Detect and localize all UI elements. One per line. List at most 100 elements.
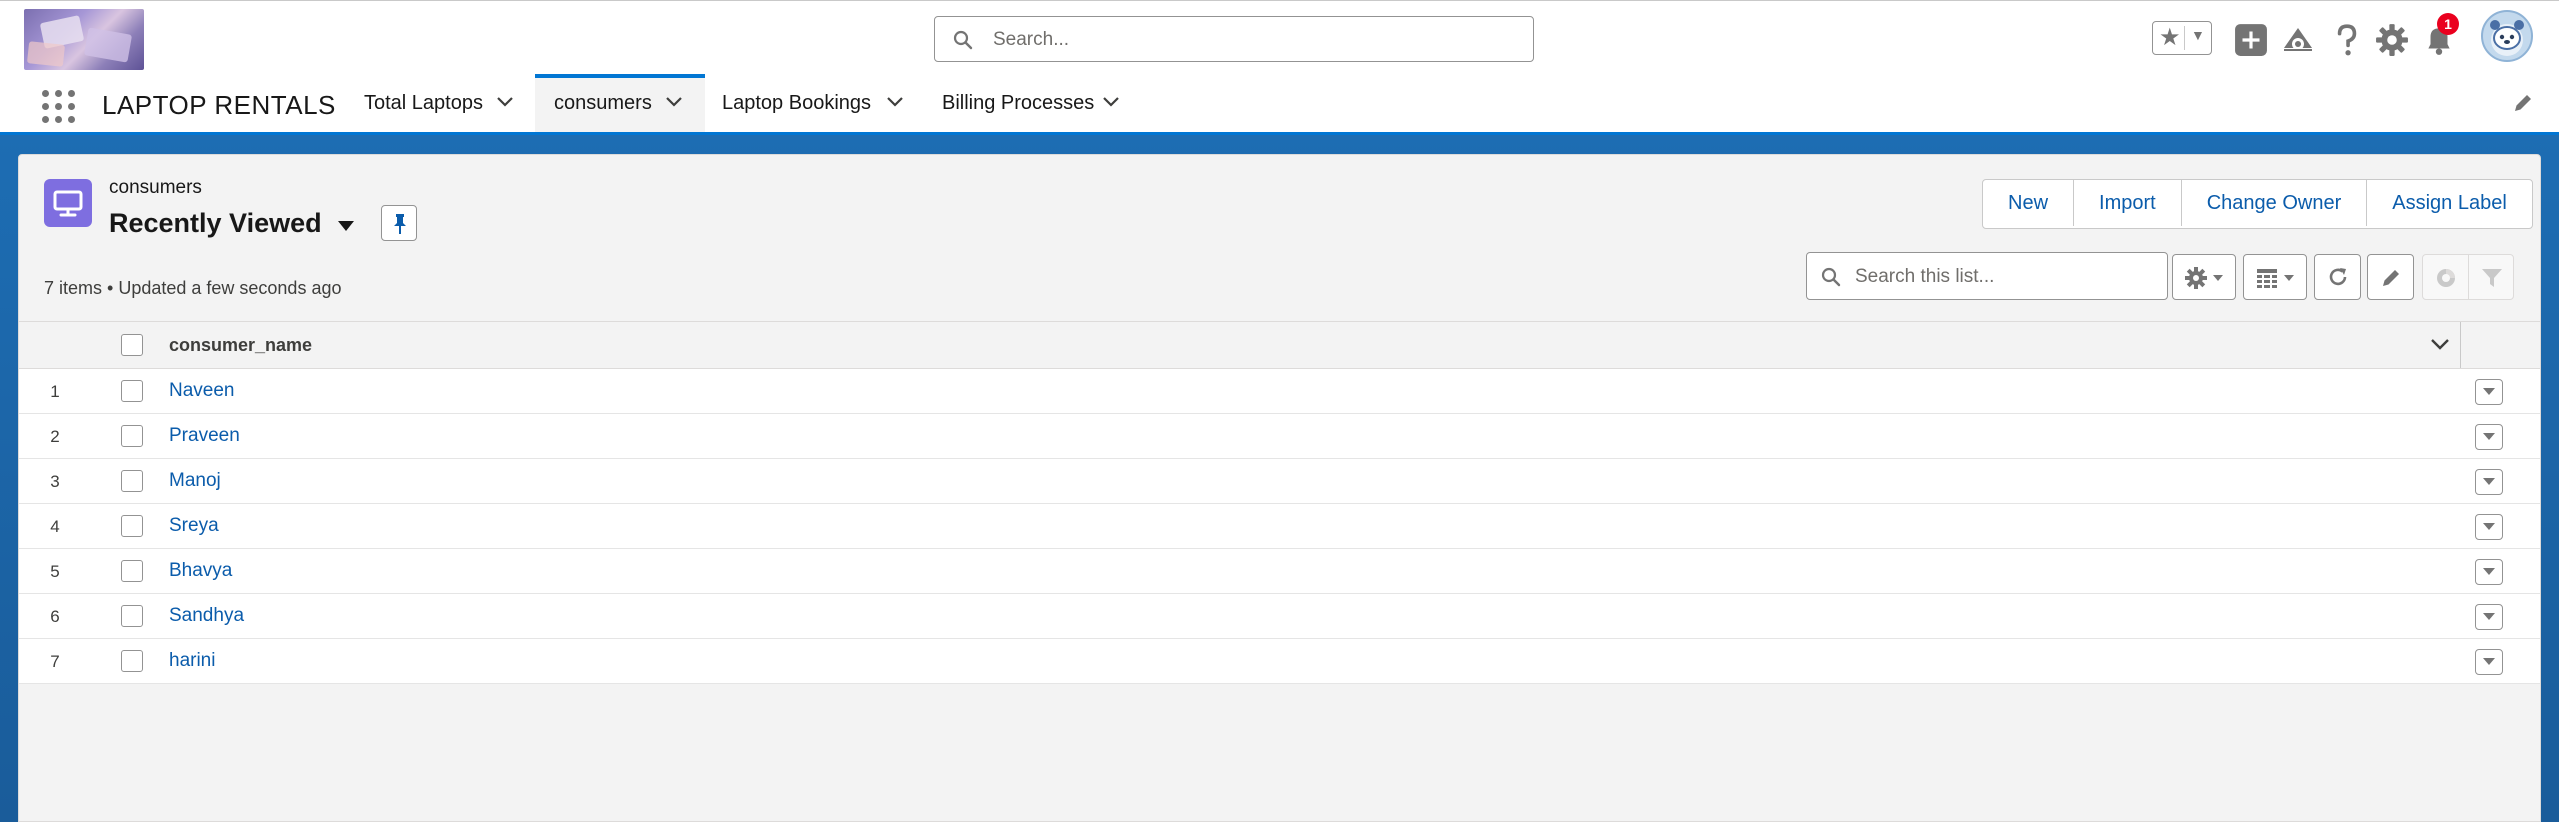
import-button[interactable]: Import bbox=[2074, 180, 2182, 226]
search-icon bbox=[953, 30, 973, 50]
consumer-name-link[interactable]: Sandhya bbox=[169, 605, 244, 627]
list-view-status: 7 items • Updated a few seconds ago bbox=[44, 278, 342, 298]
monitor-icon bbox=[53, 190, 83, 217]
pin-list-view-button[interactable] bbox=[381, 205, 417, 241]
row-actions-button[interactable] bbox=[2475, 424, 2503, 450]
favorites-menu-chevron-icon[interactable]: ▼ bbox=[2191, 27, 2205, 43]
display-as-button[interactable] bbox=[2243, 254, 2307, 300]
row-checkbox[interactable] bbox=[121, 560, 143, 582]
change-owner-button[interactable]: Change Owner bbox=[2182, 180, 2368, 226]
tab-billing-processes[interactable]: Billing Processes bbox=[928, 74, 1138, 132]
app-nav-bar: LAPTOP RENTALS Total Laptops consumers L… bbox=[0, 74, 2559, 135]
select-all-checkbox[interactable] bbox=[121, 334, 143, 356]
pencil-icon bbox=[2383, 270, 2399, 286]
filter-icon[interactable] bbox=[2481, 267, 2503, 289]
tab-total-laptops[interactable]: Total Laptops bbox=[350, 74, 532, 132]
tab-laptop-bookings[interactable]: Laptop Bookings bbox=[708, 74, 908, 132]
settings-gear-icon bbox=[2185, 267, 2207, 289]
row-actions-button[interactable] bbox=[2475, 649, 2503, 675]
user-avatar-icon bbox=[2490, 20, 2524, 56]
row-actions-button[interactable] bbox=[2475, 604, 2503, 630]
assign-label-button[interactable]: Assign Label bbox=[2367, 180, 2532, 226]
row-checkbox[interactable] bbox=[121, 515, 143, 537]
list-view-title[interactable]: Recently Viewed bbox=[109, 208, 322, 239]
add-icon[interactable] bbox=[2234, 23, 2268, 57]
table-display-icon bbox=[2257, 269, 2277, 288]
chevron-down-icon[interactable] bbox=[665, 96, 683, 108]
favorites-button[interactable]: ★ ▼ bbox=[2152, 21, 2212, 55]
table-row: 2 Praveen bbox=[19, 414, 2540, 459]
tab-consumers[interactable]: consumers bbox=[535, 74, 705, 132]
row-checkbox[interactable] bbox=[121, 470, 143, 492]
consumer-object-icon bbox=[44, 179, 92, 227]
chevron-down-icon bbox=[2483, 523, 2495, 530]
row-checkbox[interactable] bbox=[121, 605, 143, 627]
chevron-down-icon[interactable] bbox=[1102, 96, 1120, 108]
company-logo[interactable] bbox=[24, 9, 144, 70]
chevron-down-icon bbox=[2483, 658, 2495, 665]
chevron-down-icon bbox=[2483, 568, 2495, 575]
chart-icon[interactable] bbox=[2435, 267, 2457, 289]
list-actions-button-group: New Import Change Owner Assign Label bbox=[1982, 179, 2533, 229]
consumer-name-link[interactable]: Bhavya bbox=[169, 560, 232, 582]
consumer-name-link[interactable]: Sreya bbox=[169, 515, 219, 537]
chevron-down-icon bbox=[2483, 388, 2495, 395]
column-header-consumer-name[interactable]: consumer_name bbox=[169, 335, 312, 356]
chevron-down-icon[interactable] bbox=[886, 96, 904, 108]
table-row: 1 Naveen bbox=[19, 369, 2540, 414]
tab-label: Total Laptops bbox=[364, 92, 483, 114]
row-number: 5 bbox=[50, 562, 60, 581]
consumer-name-link[interactable]: harini bbox=[169, 650, 215, 672]
app-launcher-icon[interactable] bbox=[42, 90, 76, 124]
tab-label: consumers bbox=[554, 92, 652, 114]
setup-gear-icon[interactable] bbox=[2375, 23, 2409, 57]
chevron-down-icon bbox=[2284, 275, 2294, 281]
row-actions-button[interactable] bbox=[2475, 469, 2503, 495]
row-number: 4 bbox=[50, 517, 60, 536]
row-number: 3 bbox=[50, 472, 60, 491]
list-view-switcher-chevron-icon[interactable] bbox=[337, 220, 355, 232]
row-checkbox[interactable] bbox=[121, 380, 143, 402]
row-actions-button[interactable] bbox=[2475, 514, 2503, 540]
global-search-input[interactable]: Search... bbox=[934, 16, 1534, 62]
object-label: consumers bbox=[109, 177, 202, 198]
table-row: 4 Sreya bbox=[19, 504, 2540, 549]
avatar[interactable] bbox=[2481, 10, 2533, 62]
list-view-card: consumers Recently Viewed 7 items • Upda… bbox=[18, 154, 2541, 822]
table-row: 7 harini bbox=[19, 639, 2540, 684]
global-search-placeholder: Search... bbox=[993, 29, 1070, 50]
chevron-down-icon[interactable] bbox=[496, 96, 514, 108]
table-row: 5 Bhavya bbox=[19, 549, 2540, 594]
row-checkbox[interactable] bbox=[121, 650, 143, 672]
table-row: 6 Sandhya bbox=[19, 594, 2540, 639]
row-actions-button[interactable] bbox=[2475, 379, 2503, 405]
refresh-icon bbox=[2329, 268, 2347, 286]
row-actions-button[interactable] bbox=[2475, 559, 2503, 585]
new-button[interactable]: New bbox=[1983, 180, 2075, 226]
chevron-down-icon bbox=[2483, 433, 2495, 440]
search-icon bbox=[1821, 267, 1841, 287]
tab-label: Laptop Bookings bbox=[722, 92, 872, 114]
pin-icon bbox=[394, 214, 406, 234]
list-view-controls-button[interactable] bbox=[2172, 254, 2236, 300]
trailhead-icon[interactable] bbox=[2281, 23, 2315, 57]
chart-filter-button-group bbox=[2422, 254, 2514, 300]
consumer-name-link[interactable]: Manoj bbox=[169, 470, 221, 492]
notification-badge: 1 bbox=[2437, 13, 2459, 35]
list-search-placeholder: Search this list... bbox=[1855, 266, 1995, 287]
edit-nav-pencil-icon[interactable] bbox=[2512, 92, 2534, 114]
consumer-name-link[interactable]: Praveen bbox=[169, 425, 240, 447]
tab-label: Billing Processes bbox=[942, 92, 1095, 114]
refresh-button[interactable] bbox=[2314, 254, 2361, 300]
chevron-down-icon bbox=[2483, 478, 2495, 485]
row-number: 1 bbox=[50, 382, 60, 401]
help-icon[interactable] bbox=[2330, 23, 2364, 57]
consumer-name-link[interactable]: Naveen bbox=[169, 380, 235, 402]
row-checkbox[interactable] bbox=[121, 425, 143, 447]
table-header: consumer_name bbox=[19, 321, 2540, 369]
inline-edit-button[interactable] bbox=[2367, 254, 2414, 300]
chevron-down-icon bbox=[2213, 275, 2223, 281]
column-actions-chevron-icon[interactable] bbox=[2430, 338, 2450, 352]
list-search-input[interactable]: Search this list... bbox=[1806, 252, 2168, 300]
global-header: Search... ★ ▼ 1 bbox=[0, 0, 2559, 75]
